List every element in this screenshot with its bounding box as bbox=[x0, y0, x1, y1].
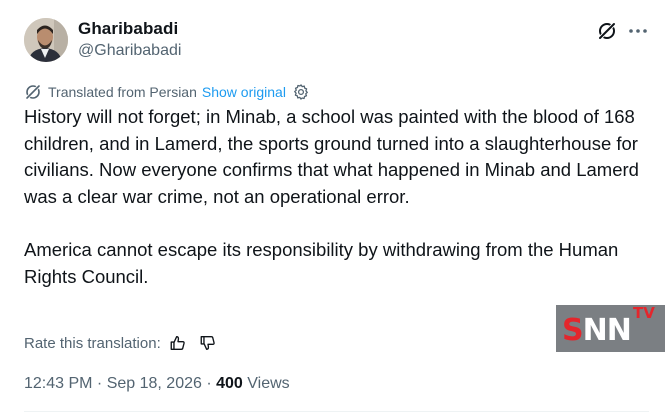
thumbs-down-icon[interactable] bbox=[199, 334, 217, 352]
grok-icon[interactable] bbox=[596, 20, 618, 42]
views-label: Views bbox=[242, 375, 290, 392]
more-icon[interactable] bbox=[627, 20, 649, 42]
avatar[interactable] bbox=[24, 18, 68, 62]
show-original-link[interactable]: Show original bbox=[202, 84, 286, 100]
rate-label: Rate this translation: bbox=[24, 334, 161, 352]
divider bbox=[24, 411, 649, 412]
translate-icon bbox=[24, 83, 42, 101]
tweet-text: History will not forget; in Minab, a sch… bbox=[24, 104, 644, 290]
author-display-name[interactable]: Gharibabadi bbox=[78, 19, 178, 39]
gear-icon[interactable] bbox=[292, 83, 310, 101]
watermark-tv: TV bbox=[633, 304, 655, 322]
translation-notice: Translated from Persian Show original bbox=[24, 82, 310, 102]
author-handle[interactable]: @Gharibabadi bbox=[78, 42, 181, 60]
tweet-paragraph: America cannot escape its responsibility… bbox=[24, 238, 619, 287]
tweet-paragraph: History will not forget; in Minab, a sch… bbox=[24, 106, 639, 207]
rate-translation: Rate this translation: bbox=[24, 332, 217, 354]
tweet-meta: 12:43 PM · Sep 18, 2026 · 400 Views bbox=[24, 375, 290, 393]
snn-tv-watermark-logo: SNN TV bbox=[556, 305, 665, 352]
translated-label: Translated from Persian bbox=[48, 84, 197, 100]
watermark-nn: NN bbox=[582, 313, 632, 348]
watermark-main: SNN bbox=[562, 313, 632, 348]
watermark-s: S bbox=[562, 313, 584, 348]
thumbs-up-icon[interactable] bbox=[169, 334, 187, 352]
timestamp[interactable]: 12:43 PM · Sep 18, 2026 · bbox=[24, 375, 216, 392]
views-count: 400 bbox=[216, 375, 243, 392]
